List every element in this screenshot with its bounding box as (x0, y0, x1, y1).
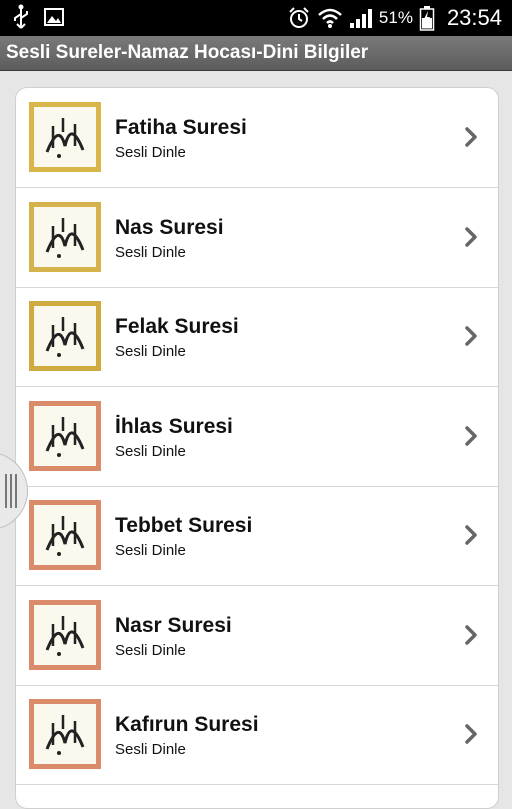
sure-subtitle: Sesli Dinle (115, 442, 186, 460)
sure-title: Kafırun Suresi (115, 713, 259, 736)
battery-charging-icon (419, 6, 435, 31)
chevron-right-icon (465, 127, 477, 147)
chevron-right-icon (465, 724, 477, 744)
chevron-right-icon (465, 425, 477, 446)
usb-icon (14, 4, 28, 29)
sure-subtitle: Sesli Dinle (115, 542, 186, 559)
sure-subtitle: Sesli Dinle (115, 144, 186, 161)
calligraphy-thumbnail-icon (29, 301, 101, 371)
sure-title: İhlas Suresi (115, 414, 233, 438)
calligraphy-thumbnail-icon (29, 102, 101, 172)
sure-subtitle: Sesli Dinle (115, 243, 186, 261)
list-item[interactable]: İhlas Suresi Sesli Dinle (16, 387, 498, 487)
list-item[interactable]: Kafırun Suresi Sesli Dinle (16, 685, 498, 785)
image-icon (44, 8, 64, 26)
calligraphy-thumbnail-icon (29, 599, 101, 670)
sure-title: Tebbet Suresi (115, 514, 253, 537)
chevron-right-icon (465, 326, 477, 346)
sure-subtitle: Sesli Dinle (115, 343, 186, 360)
wifi-icon (318, 8, 342, 28)
list-item[interactable]: Fatiha Suresi Sesli Dinle (16, 88, 498, 188)
app-title: Sesli Sureler-Namaz Hocası-Dini Bilgiler (6, 42, 369, 63)
alarm-icon (289, 7, 309, 28)
sure-title: Nasr Suresi (115, 613, 232, 637)
sure-title: Fatiha Suresi (115, 116, 247, 139)
calligraphy-thumbnail-icon (29, 500, 101, 570)
grip-icon (5, 474, 17, 508)
battery-percent: 51% (378, 8, 413, 27)
sure-title: Felak Suresi (115, 315, 239, 338)
chevron-right-icon (465, 226, 477, 247)
list-item[interactable]: Tebbet Suresi Sesli Dinle (16, 486, 498, 586)
list-item[interactable]: Nas Suresi Sesli Dinle (16, 188, 498, 288)
status-bar: 51% 23:54 (0, 0, 512, 36)
sure-title: Nas Suresi (115, 215, 224, 239)
calligraphy-thumbnail-icon (29, 201, 101, 272)
signal-icon (349, 9, 372, 28)
sure-subtitle: Sesli Dinle (115, 741, 186, 758)
sure-list: Fatiha Suresi Sesli Dinle Nas Suresi Sesli … (15, 87, 499, 809)
sure-subtitle: Sesli Dinle (115, 641, 186, 659)
list-item[interactable]: Felak Suresi Sesli Dinle (16, 287, 498, 387)
calligraphy-thumbnail-icon (29, 699, 101, 769)
clock: 23:54 (446, 5, 502, 30)
calligraphy-thumbnail-icon (29, 400, 101, 471)
chevron-right-icon (465, 624, 477, 645)
app-title-bar: Sesli Sureler-Namaz Hocası-Dini Bilgiler (0, 36, 512, 71)
list-item[interactable]: Nasr Suresi Sesli Dinle (16, 586, 498, 686)
chevron-right-icon (465, 525, 477, 545)
